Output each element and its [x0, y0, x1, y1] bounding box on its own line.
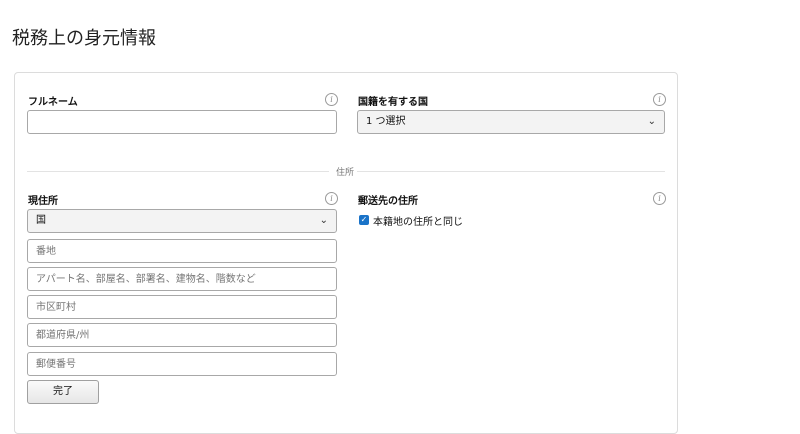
- info-icon[interactable]: i: [653, 93, 666, 106]
- street-address-input[interactable]: [27, 239, 337, 263]
- page-title: 税務上の身元情報: [12, 28, 156, 49]
- current-address-label: 現住所: [28, 196, 58, 207]
- info-icon[interactable]: i: [325, 93, 338, 106]
- section-divider-left: [27, 171, 329, 172]
- info-icon[interactable]: i: [325, 192, 338, 205]
- info-icon[interactable]: i: [653, 192, 666, 205]
- country-select[interactable]: 国 ⌄: [27, 209, 337, 233]
- full-name-input[interactable]: [27, 110, 337, 134]
- chevron-down-icon: ⌄: [319, 215, 328, 226]
- city-input[interactable]: [27, 295, 337, 319]
- same-as-address-checkbox[interactable]: ✓: [359, 215, 369, 225]
- state-input[interactable]: [27, 323, 337, 347]
- mailing-address-label: 郵送先の住所: [358, 196, 418, 207]
- nationality-label: 国籍を有する国: [358, 97, 428, 108]
- postal-code-input[interactable]: [27, 352, 337, 376]
- full-name-label: フルネーム: [28, 97, 78, 108]
- section-divider-right: [357, 171, 665, 172]
- checkmark-icon: ✓: [360, 215, 368, 224]
- same-as-address-label[interactable]: 本籍地の住所と同じ: [373, 213, 463, 228]
- address-section-label: 住所: [336, 168, 355, 178]
- tax-identity-form: フルネーム i 国籍を有する国 i 1 つ選択 ⌄ 住所 現住所 i 国 ⌄ 完…: [14, 72, 678, 434]
- building-input[interactable]: [27, 267, 337, 291]
- nationality-select[interactable]: 1 つ選択 ⌄: [357, 110, 665, 134]
- done-button[interactable]: 完了: [27, 380, 99, 404]
- chevron-down-icon: ⌄: [647, 116, 656, 127]
- country-selected-value: 国: [36, 215, 46, 226]
- nationality-selected-value: 1 つ選択: [366, 116, 406, 127]
